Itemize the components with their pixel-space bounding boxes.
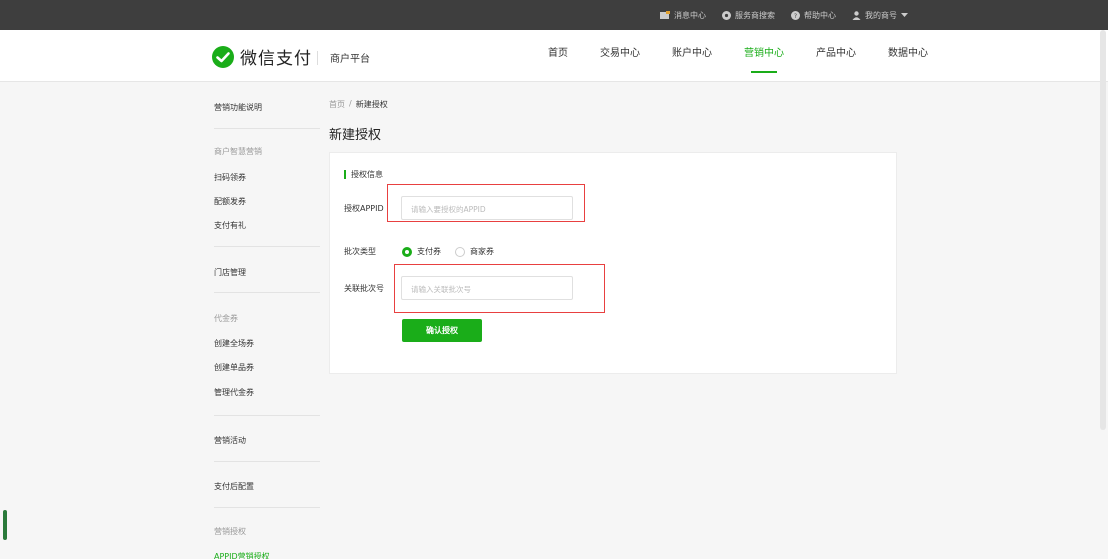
top-link-account[interactable]: 我的商号	[852, 10, 908, 21]
main-header: 微信支付 商户平台 首页 交易中心 账户中心 营销中心 产品中心 数据中心	[0, 30, 1108, 82]
nav-marketing[interactable]: 营销中心	[744, 30, 784, 82]
nav-data[interactable]: 数据中心	[888, 30, 928, 82]
sidebar-item-pay-gift[interactable]: 支付有礼	[214, 220, 246, 231]
message-icon	[660, 11, 670, 19]
top-links: 消息中心 服务商搜索 ? 帮助中心 我的商号	[660, 0, 908, 30]
section-title: 授权信息	[351, 170, 383, 179]
side-handle[interactable]	[3, 510, 7, 540]
top-link-help[interactable]: ? 帮助中心	[791, 10, 836, 21]
sidebar-divider	[214, 292, 320, 293]
nav-data-label: 数据中心	[888, 48, 928, 59]
sidebar-group-marketing-auth: 营销授权	[214, 527, 246, 536]
help-icon: ?	[791, 10, 800, 20]
sidebar-group-voucher: 代金券	[214, 314, 238, 323]
breadcrumb-home[interactable]: 首页	[329, 99, 345, 110]
sidebar-divider	[214, 461, 320, 462]
sidebar-item-create-single-voucher[interactable]: 创建单品券	[214, 362, 254, 373]
nav-products-label: 产品中心	[816, 48, 856, 59]
sidebar-item-marketing-activity[interactable]: 营销活动	[214, 435, 246, 446]
section-accent-bar	[344, 170, 346, 179]
nav-marketing-label: 营销中心	[744, 48, 784, 59]
radio-pay-coupon[interactable]: 支付券	[402, 246, 441, 257]
breadcrumb: 首页 / 新建授权	[329, 99, 388, 110]
radio-checked-icon	[402, 246, 412, 257]
top-link-service-search[interactable]: 服务商搜索	[722, 10, 775, 21]
sidebar-item-create-full-voucher[interactable]: 创建全场券	[214, 338, 254, 349]
nav-account[interactable]: 账户中心	[672, 30, 712, 82]
search-service-icon	[722, 10, 731, 20]
caret-down-icon	[901, 12, 908, 17]
top-link-account-label: 我的商号	[865, 10, 897, 20]
confirm-auth-button[interactable]: 确认授权	[402, 319, 482, 342]
auth-form-card: 授权信息 授权APPID 批次类型 支付券 商家券 关联批次号 确认授权	[329, 152, 897, 374]
top-link-service-search-label: 服务商搜索	[735, 10, 775, 20]
sidebar-divider	[214, 128, 320, 129]
breadcrumb-current: 新建授权	[355, 100, 388, 109]
sidebar-item-quota-coupon[interactable]: 配额发券	[214, 196, 246, 207]
section-header: 授权信息	[344, 169, 383, 180]
nav-transactions-label: 交易中心	[600, 48, 640, 59]
platform-name: 商户平台	[330, 54, 370, 65]
top-link-messages[interactable]: 消息中心	[660, 10, 706, 21]
sidebar-divider	[214, 507, 320, 508]
svg-text:?: ?	[794, 13, 797, 20]
batch-no-label: 关联批次号	[344, 284, 384, 293]
nav-active-underline	[751, 71, 777, 73]
nav-home-label: 首页	[548, 48, 568, 59]
radio-merchant-coupon[interactable]: 商家券	[455, 246, 494, 257]
wechat-pay-logo-icon	[212, 45, 234, 68]
highlight-box-appid	[387, 184, 585, 222]
top-link-help-label: 帮助中心	[804, 10, 836, 20]
user-icon	[852, 10, 861, 20]
nav-home[interactable]: 首页	[548, 30, 568, 82]
sidebar-item-store-manage[interactable]: 门店管理	[214, 267, 246, 278]
top-bar: 消息中心 服务商搜索 ? 帮助中心 我的商号	[0, 0, 1108, 30]
sidebar-item-marketing-intro[interactable]: 营销功能说明	[214, 102, 262, 113]
radio-unchecked-icon	[455, 246, 465, 257]
sidebar-item-post-pay-config[interactable]: 支付后配置	[214, 481, 254, 492]
sidebar-divider	[214, 246, 320, 247]
wechat-pay-logo[interactable]: 微信支付	[212, 44, 312, 69]
page-title: 新建授权	[329, 128, 382, 143]
logo-divider	[317, 51, 318, 65]
nav-account-label: 账户中心	[672, 48, 712, 59]
sidebar: 营销功能说明 商户智慧营销 扫码领券 配额发券 支付有礼 门店管理 代金券 创建…	[214, 82, 320, 559]
sidebar-item-appid-auth[interactable]: APPID营销授权	[214, 551, 270, 559]
radio-merchant-coupon-label: 商家券	[470, 247, 494, 256]
breadcrumb-separator: /	[349, 99, 352, 108]
sidebar-group-smart-marketing: 商户智慧营销	[214, 147, 262, 156]
logo-text: 微信支付	[240, 49, 312, 69]
nav-products[interactable]: 产品中心	[816, 30, 856, 82]
main-nav: 首页 交易中心 账户中心 营销中心 产品中心 数据中心	[548, 30, 960, 82]
nav-transactions[interactable]: 交易中心	[600, 30, 640, 82]
sidebar-item-manage-voucher[interactable]: 管理代金券	[214, 387, 254, 398]
sidebar-divider	[214, 415, 320, 416]
batch-type-label: 批次类型	[344, 247, 376, 256]
page-scrollbar[interactable]	[1100, 30, 1106, 430]
sidebar-item-scan-coupon[interactable]: 扫码领券	[214, 172, 246, 183]
radio-pay-coupon-label: 支付券	[417, 247, 441, 256]
top-link-messages-label: 消息中心	[674, 10, 706, 20]
highlight-box-batch-no	[394, 264, 605, 313]
appid-label: 授权APPID	[344, 204, 384, 213]
